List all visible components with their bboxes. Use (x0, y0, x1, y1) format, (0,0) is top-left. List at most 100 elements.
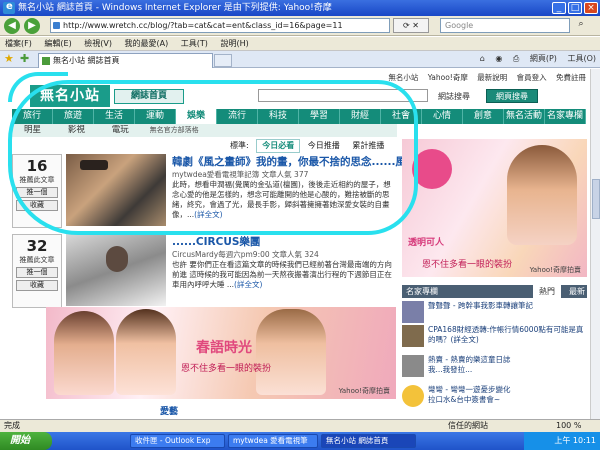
subcategory-tab[interactable]: 電玩 (100, 124, 141, 137)
category-tab[interactable]: 運動 (135, 109, 176, 124)
ad-model-image (54, 311, 114, 395)
start-button[interactable]: 開始 (0, 432, 52, 450)
category-tab[interactable]: 生活 (94, 109, 135, 124)
category-tab[interactable]: 旅行 (12, 109, 53, 124)
menu-tools[interactable]: 工具(T) (176, 37, 213, 50)
page-menu[interactable]: 網頁(P) (530, 54, 557, 63)
columnist-line[interactable]: 拉口水&台中簽書會~ (428, 395, 500, 404)
refresh-button[interactable]: ⟳ ✕ (393, 18, 429, 33)
category-tab[interactable]: 社會 (381, 109, 422, 124)
menu-favorites[interactable]: 我的最愛(A) (120, 37, 174, 50)
site-logo[interactable]: 無名小站 (30, 85, 110, 107)
push-button[interactable]: 推一個 (16, 187, 58, 198)
scrollbar-thumb[interactable] (592, 179, 600, 219)
read-more-link[interactable]: (詳全文) (194, 210, 222, 219)
category-tab[interactable]: 旅遊 (53, 109, 94, 124)
columnist-line[interactable]: 彎彎 - 彎彎一遊憂步變化 (428, 385, 510, 394)
columnist-line[interactable]: 我...我發拉... (428, 365, 472, 374)
columnist-title: 名家專欄 (406, 287, 438, 296)
tab-new[interactable]: 最新 (569, 285, 585, 298)
ad-credit: Yahoo!奇摩拍賣 (338, 387, 390, 395)
category-tab[interactable]: 名家專欄 (545, 109, 586, 124)
site-search-button[interactable]: 網頁搜尋 (486, 89, 538, 103)
columnist-text[interactable]: 熱賣 - 熱賣的樂這童日誌 我...我發拉... (428, 355, 586, 375)
ad-model-image (116, 309, 176, 395)
search-type-select[interactable]: 網誌搜尋 (438, 91, 470, 102)
vertical-scrollbar[interactable] (590, 69, 600, 419)
url-field[interactable]: http://www.wretch.cc/blog/?tab=cat&cat=e… (50, 18, 390, 33)
category-tab[interactable]: 無名活動 (504, 109, 545, 124)
columnist-text[interactable]: CPA168財經透轉:作帳行情6000點有可能是真的嗎？(詳全文) (428, 325, 586, 345)
vote-box: 32 推薦此文章 推一個 收藏 (12, 234, 62, 308)
maximize-button[interactable]: □ (568, 2, 582, 14)
category-tab[interactable]: 學習 (299, 109, 340, 124)
official-blog-link[interactable]: 無名官方部落格 (144, 124, 205, 137)
search-icon[interactable]: ⌕ (574, 19, 588, 32)
back-button[interactable]: ◀ (4, 18, 20, 34)
system-tray-clock[interactable]: 上午 10:11 (524, 432, 600, 450)
category-tab-active[interactable]: 娛樂 (176, 109, 217, 124)
add-favorite-icon[interactable]: ✚ (20, 53, 32, 65)
feeds-icon[interactable]: ◉ (495, 54, 502, 63)
tools-menu[interactable]: 工具(O) (567, 54, 596, 63)
category-tab[interactable]: 財經 (340, 109, 381, 124)
tab-today-push[interactable]: 今日推播 (303, 140, 345, 152)
columnist-text[interactable]: 聲聲聲 - 跨幹事我影車轉讓筆記 (428, 301, 586, 311)
collect-button[interactable]: 收藏 (16, 200, 58, 211)
columnist-item[interactable]: 熱賣 - 熱賣的樂這童日誌 我...我發拉... (402, 355, 587, 381)
top-link[interactable]: 會員登入 (517, 73, 547, 82)
ad-headline: 透明可人 (408, 238, 445, 248)
entry-title[interactable]: ......CIRCUS樂團 (172, 234, 260, 249)
read-more-link[interactable]: (詳全文) (234, 280, 262, 289)
taskbar-item-active[interactable]: 無名小站 網誌首頁 (321, 434, 416, 448)
ad-banner-right[interactable]: 透明可人 恩不住多看一眼的裝扮 Yahoo!奇摩拍賣 (402, 139, 587, 277)
columnist-line[interactable]: 熱賣 - 熱賣的樂這童日誌 (428, 355, 510, 364)
taskbar-item[interactable]: mytwdea 愛看電視筆 (228, 434, 318, 448)
category-tab[interactable]: 流行 (217, 109, 258, 124)
tab-bar: ★ ✚ 無名小站 網誌首頁 ⌂ ◉ ⎙ 網頁(P) 工具(O) (0, 50, 600, 68)
category-tab[interactable]: 創意 (463, 109, 504, 124)
category-tab[interactable]: 心情 (422, 109, 463, 124)
top-link[interactable]: 最新說明 (477, 73, 507, 82)
entry-title[interactable]: 韓劇《風之畫師》我的畫，你最不捨的思念......風 (172, 154, 406, 169)
collect-button[interactable]: 收藏 (16, 280, 58, 291)
category-tab[interactable]: 科技 (258, 109, 299, 124)
columnist-text[interactable]: 彎彎 - 彎彎一遊憂步變化 拉口水&台中簽書會~ (428, 385, 586, 405)
taskbar-item[interactable]: 收件匣 - Outlook Exp (130, 434, 225, 448)
entry-title[interactable]: 愛藝 (160, 404, 178, 417)
columnist-item[interactable]: 聲聲聲 - 跨幹事我影車轉讓筆記 (402, 301, 587, 327)
site-search-input[interactable] (258, 89, 428, 102)
forward-button[interactable]: ▶ (24, 18, 40, 34)
category-nav: 旅行 旅遊 生活 運動 娛樂 流行 科技 學習 財經 社會 心情 創意 無名活動 名家專欄 (12, 109, 586, 124)
top-link[interactable]: Yahoo!奇摩 (428, 73, 468, 82)
columnist-item[interactable]: 彎彎 - 彎彎一遊憂步變化 拉口水&台中簽書會~ (402, 385, 587, 411)
top-link[interactable]: 免費註冊 (556, 73, 586, 82)
subcategory-tab[interactable]: 影視 (56, 124, 97, 137)
menu-edit[interactable]: 編輯(E) (39, 37, 76, 50)
menu-view[interactable]: 檢視(V) (79, 37, 117, 50)
zoom-level[interactable]: 100 % (556, 420, 581, 432)
search-input[interactable]: Google (440, 18, 570, 33)
tab-today-must-see[interactable]: 今日必看 (256, 139, 301, 153)
entry-meta: mytwdea愛看電視筆記簿 文章人氣 377 (172, 170, 309, 179)
entry-thumbnail[interactable] (66, 154, 166, 226)
close-button[interactable]: × (584, 2, 598, 14)
print-icon[interactable]: ⎙ (513, 54, 519, 63)
favorites-star-icon[interactable]: ★ (4, 53, 16, 65)
home-icon[interactable]: ⌂ (480, 54, 485, 63)
menu-file[interactable]: 檔案(F) (0, 37, 37, 50)
entry-body: 也許 要你們正在看這篇文章的時候我們已經前著台灣最南端的方向前進 這時候的我可能… (172, 260, 394, 290)
minimize-button[interactable]: _ (552, 2, 566, 14)
new-tab-button[interactable] (214, 54, 232, 67)
push-button[interactable]: 推一個 (16, 267, 58, 278)
tab-active[interactable]: 無名小站 網誌首頁 (38, 53, 213, 68)
top-link[interactable]: 無名小站 (388, 73, 418, 82)
columnist-item[interactable]: CPA168財經透轉:作帳行情6000點有可能是真的嗎？(詳全文) (402, 325, 587, 351)
blog-home-link[interactable]: 網誌首頁 (114, 89, 184, 104)
tab-total-push[interactable]: 累計推播 (347, 140, 389, 152)
subcategory-tab[interactable]: 明星 (12, 124, 53, 137)
entry-thumbnail[interactable] (66, 234, 166, 306)
ad-banner-bottom[interactable]: 春語時光 恩不住多看一眼的裝扮 Yahoo!奇摩拍賣 (46, 307, 396, 399)
menu-help[interactable]: 說明(H) (215, 37, 253, 50)
tab-hot[interactable]: 熱門 (533, 285, 561, 298)
